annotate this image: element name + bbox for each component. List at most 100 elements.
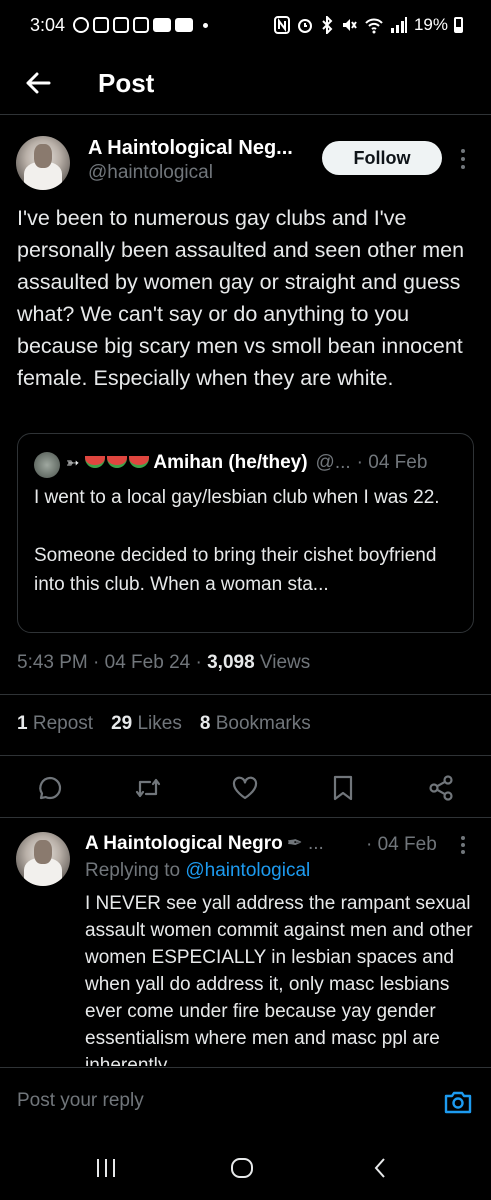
quote-text-line: Someone decided to bring their cishet bo… [34,545,437,595]
bookmark-icon [333,775,353,801]
nfc-icon [273,16,290,34]
home-button[interactable] [222,1151,262,1185]
share-icon [429,775,453,801]
likes-label: Likes [137,713,182,734]
follow-button[interactable]: Follow [322,141,442,175]
more-dot [461,843,465,847]
reply-composer: Post your reply [0,1067,491,1137]
reply-more-options-button[interactable] [460,836,466,854]
bluetooth-icon [322,16,333,34]
avatar[interactable] [16,136,70,190]
chat-icon [73,17,90,33]
quote-text: I went to a local gay/lesbian club when … [34,483,464,599]
share-button[interactable] [426,773,456,803]
stats-divider [0,755,491,756]
alarm-icon [297,19,312,33]
quoted-post[interactable]: ➳ Amihan (he/they) @... · 04 Feb I went … [17,433,474,633]
quote-avatar [34,452,60,478]
reposts-count: 1 [17,713,28,734]
views-count[interactable]: 3,098 [207,652,255,673]
quote-date: · 04 Feb [356,452,428,473]
recents-icon [97,1159,115,1177]
repost-button[interactable] [133,773,163,803]
like-icon [232,776,258,800]
top-app-bar: Post [0,55,491,111]
quote-spacer [34,512,464,541]
reply-button[interactable] [35,773,65,803]
signal-icon [390,17,407,33]
repost-icon [135,778,161,798]
recents-button[interactable] [86,1151,126,1185]
system-icons: 19% [273,15,463,35]
action-bar [0,765,491,811]
back-button[interactable] [8,55,68,111]
more-dot [461,850,465,854]
reply-author[interactable]: A Haintological Negro ✒ ... [85,832,324,855]
post-meta: 5:43 PM · 04 Feb 24 · 3,098 Views [17,652,310,674]
instagram-icon [93,17,110,33]
reply-text: I NEVER see yall address the rampant sex… [85,893,473,1066]
reply-input[interactable]: Post your reply [17,1090,144,1112]
reply-avatar[interactable] [16,832,70,886]
bookmarks-stat[interactable]: 8 Bookmarks [200,713,311,735]
reply-icon [39,776,62,800]
system-navigation-bar [0,1137,491,1200]
back-arrow-icon [26,72,51,94]
bookmark-button[interactable] [328,773,358,803]
youtube-icon [153,18,172,32]
watermelon-icon [129,456,150,468]
status-time: 3:04 [30,14,66,35]
likes-stat[interactable]: 29 Likes [111,713,182,735]
page-title: Post [98,67,155,98]
more-vertical-icon [461,149,465,153]
bookmarks-count: 8 [199,713,211,734]
battery-icon [454,17,463,33]
reposts-label: Repost [32,713,94,734]
camera-icon [444,1091,472,1114]
instagram-icon [113,17,130,33]
avatar-face [34,144,52,168]
quote-badge: ➳ [66,455,80,472]
replying-to-label: Replying to [85,860,186,881]
reply-date: · 04 Feb [366,834,437,855]
youtube-icon [175,18,194,32]
reply-author-extra: ✒ ... [286,833,324,854]
instagram-icon [133,17,150,33]
notification-icons [73,17,209,33]
replying-to-handle[interactable]: @haintological [185,860,310,881]
status-bar: 3:04 19% [0,0,491,50]
views-label: Views [254,652,311,673]
engagement-stats: 1 Repost 29 Likes 8 Bookmarks [17,713,311,735]
quote-text-line: I went to a local gay/lesbian club when … [34,487,440,508]
camera-button[interactable] [441,1085,475,1119]
likes-count: 29 [111,713,133,734]
watermelon-icon [107,456,128,468]
more-vertical-icon [461,836,465,840]
like-button[interactable] [230,773,260,803]
author-handle[interactable]: @haintological [88,162,213,184]
reply-author-name: A Haintological Negro [85,833,283,854]
more-options-button[interactable] [460,149,466,169]
wifi-icon [365,18,383,34]
quote-author-handle: @... [315,452,351,473]
watermelon-icon [85,456,106,468]
mute-icon [342,19,357,31]
meta-divider [0,694,491,695]
back-icon [374,1158,385,1178]
actions-divider [0,817,491,818]
system-back-button[interactable] [360,1151,400,1185]
more-dot [461,165,465,169]
reposts-stat[interactable]: 1 Repost [17,713,93,735]
author-name[interactable]: A Haintological Neg... [88,137,313,160]
more-notifications-icon [203,22,209,28]
quote-author-name: Amihan (he/they) [153,452,308,473]
header-divider [0,114,491,115]
post-time: 5:43 PM · 04 Feb 24 · [17,652,208,673]
more-dot [461,157,465,161]
quote-header: ➳ Amihan (he/they) @... · 04 Feb [66,452,427,474]
bookmarks-label: Bookmarks [215,713,311,734]
tweet-text: I've been to numerous gay clubs and I've… [17,206,465,390]
avatar-face [34,840,52,864]
replying-to: Replying to @haintological [85,860,310,882]
home-icon [231,1158,253,1178]
